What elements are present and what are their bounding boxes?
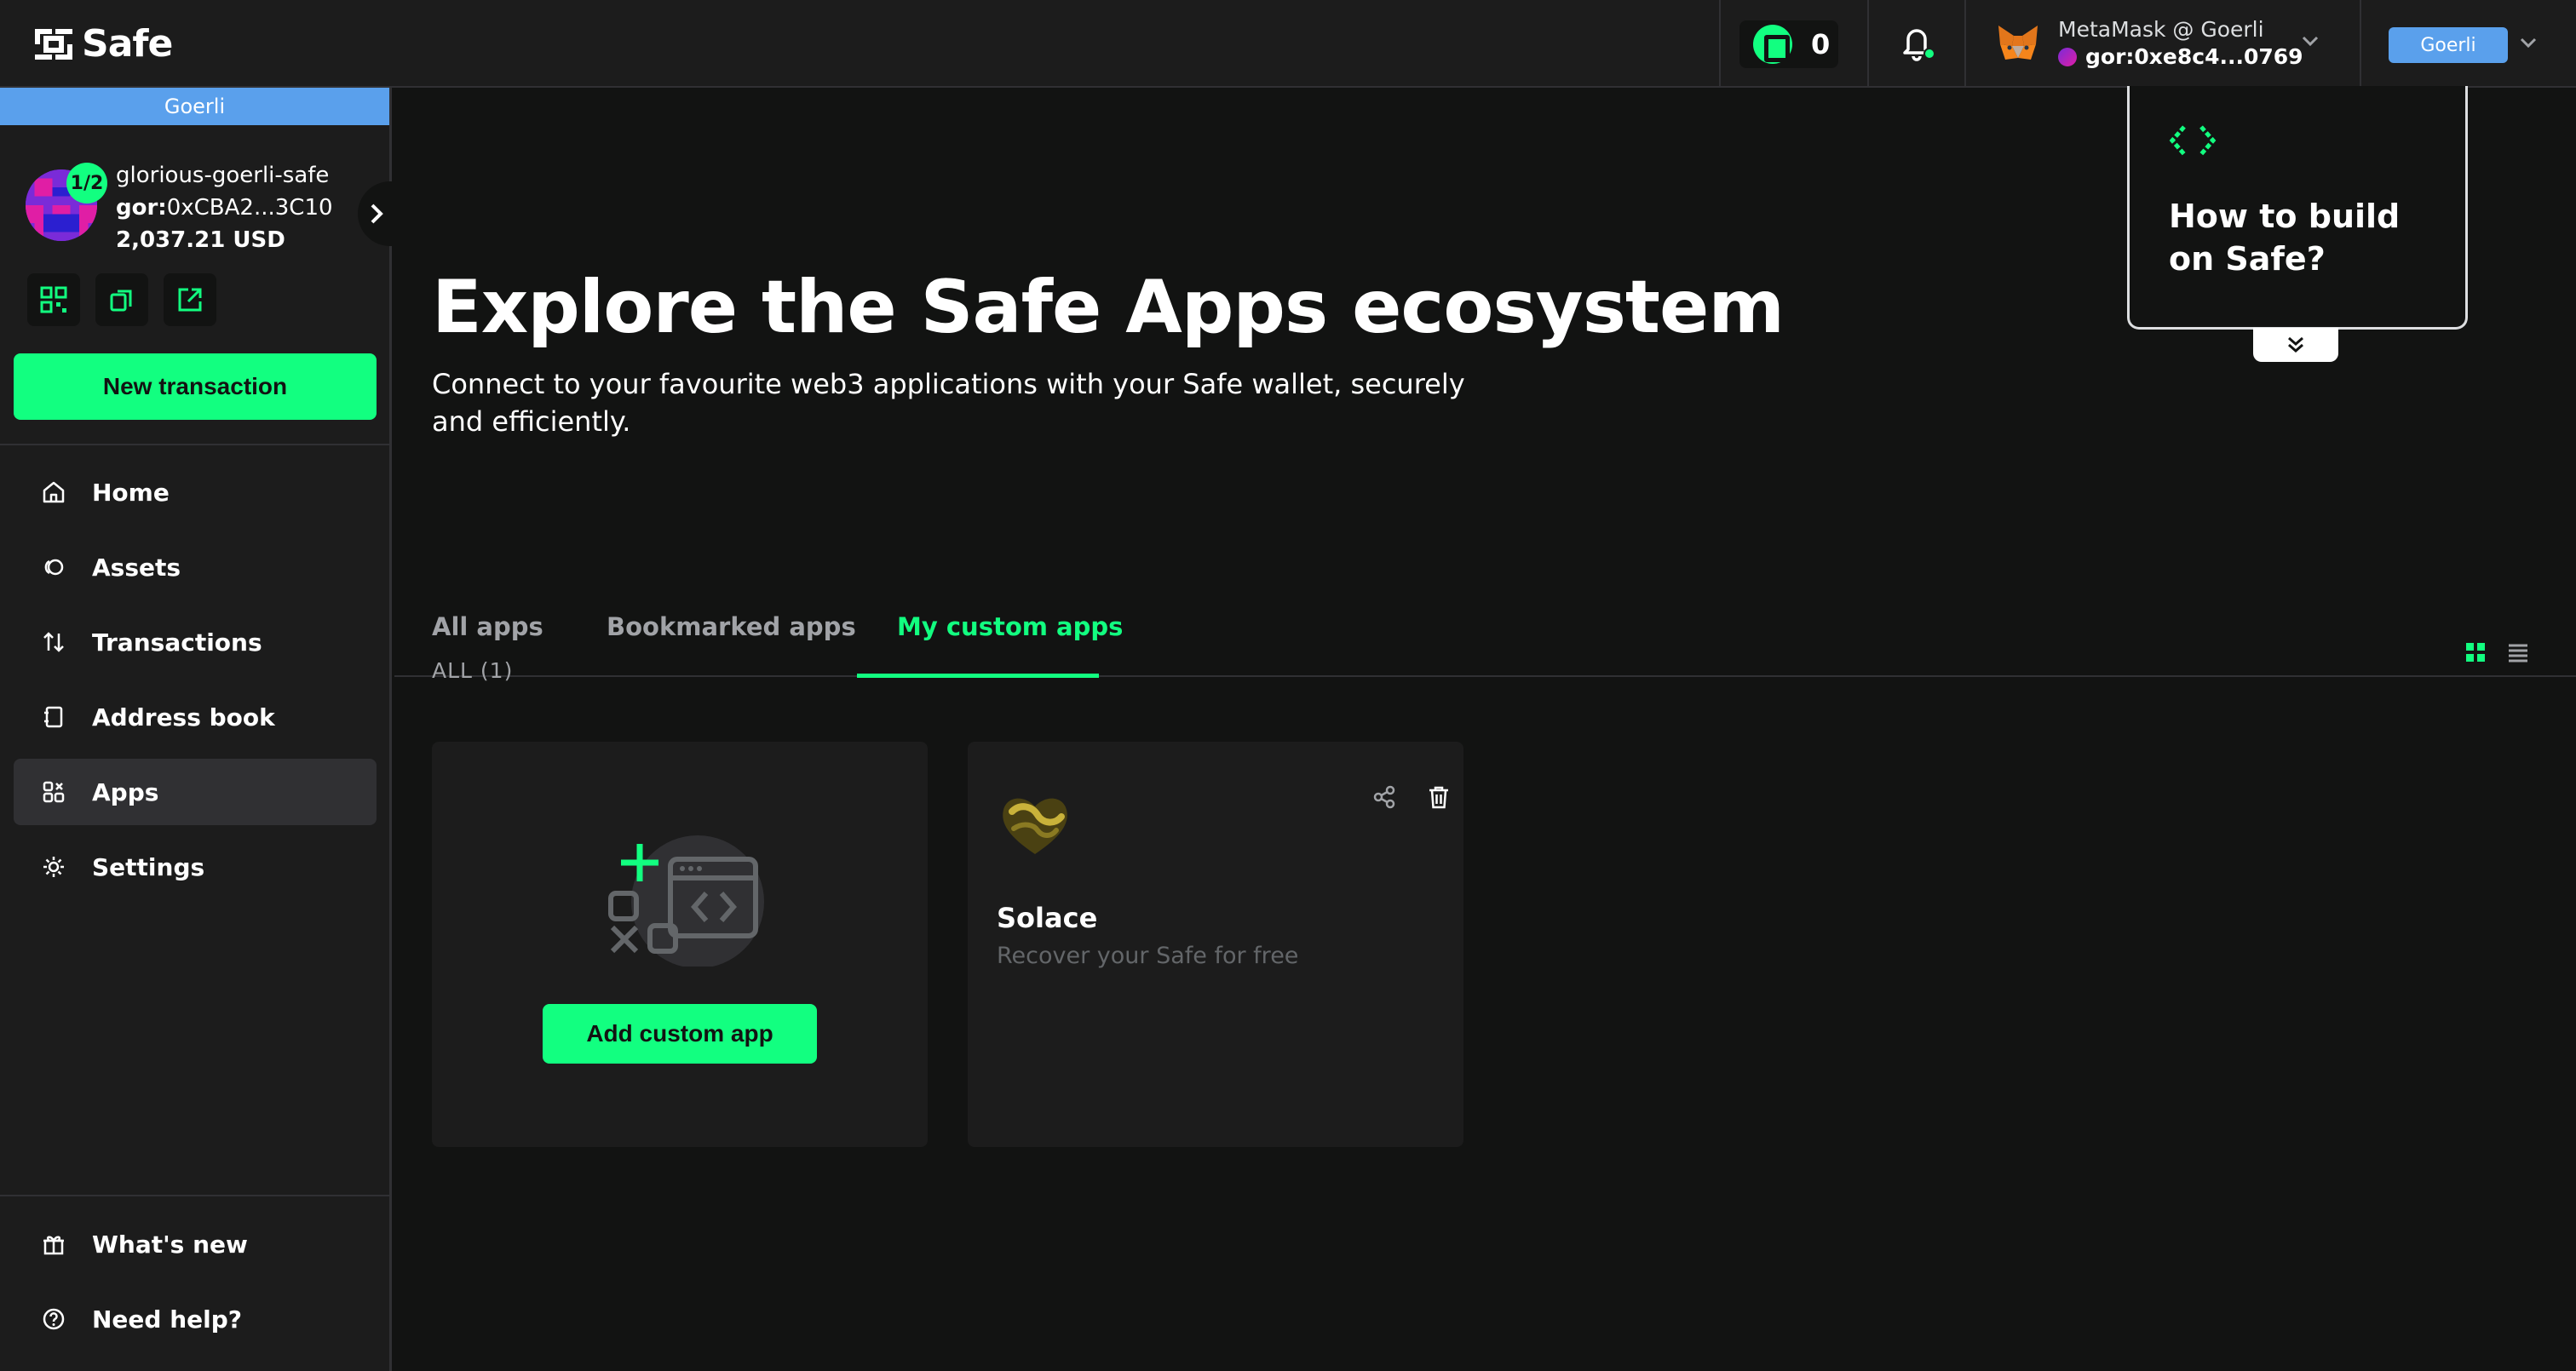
code-icon: [2169, 125, 2217, 156]
safe-balance: 2,037.21 USD: [116, 227, 285, 253]
sidebar: Goerli 1/2 glorious-goerli-safe gor:0xCB…: [0, 88, 395, 1371]
safe-token-icon: [1753, 25, 1792, 64]
wallet-identicon: [2058, 47, 2077, 66]
settings-icon: [43, 857, 64, 877]
qr-code-button[interactable]: [27, 273, 80, 326]
notification-dot: [1923, 48, 1935, 60]
brand-name: Safe: [82, 22, 173, 66]
app-card[interactable]: Solace Recover your Safe for free: [968, 742, 1463, 1147]
top-bar: Safe 0 MetaMask @ Goerli gor:0xe8c4...07…: [0, 0, 2576, 88]
threshold-badge: 1/2: [66, 163, 107, 204]
solace-logo: [1003, 798, 1067, 854]
copy-icon: [110, 290, 132, 312]
build-on-safe-banner[interactable]: How to build on Safe?: [2127, 86, 2468, 330]
network-strip: Goerli: [0, 88, 389, 125]
add-custom-app-card: Add custom app: [432, 742, 928, 1147]
double-chevron-down-icon: [2288, 336, 2303, 353]
safe-info: 1/2 glorious-goerli-safe gor:0xCBA2...3C…: [26, 163, 383, 253]
transactions-icon: [43, 632, 64, 652]
qr-code-icon: [40, 286, 67, 313]
new-transaction-button[interactable]: New transaction: [14, 353, 377, 420]
copy-address-button[interactable]: [95, 273, 148, 326]
divider: [1867, 0, 1869, 88]
app-name: Solace: [997, 902, 1098, 934]
divider: [0, 444, 389, 445]
nav-item-assets[interactable]: Assets: [14, 534, 377, 600]
nav-label: Apps: [92, 777, 159, 806]
safe-name: glorious-goerli-safe: [116, 163, 330, 188]
wallet-button[interactable]: MetaMask @ Goerli gor:0xe8c4...0769: [1995, 17, 2327, 72]
metamask-icon: [1998, 26, 2038, 60]
wallet-address-text: gor:0xe8c4...0769: [2085, 44, 2303, 69]
grid-view-icon[interactable]: [2464, 641, 2487, 663]
nav-label: Settings: [92, 852, 205, 881]
build-on-safe-title: How to build on Safe?: [2169, 198, 2401, 278]
divider: [1719, 0, 1721, 88]
nav-label: Assets: [92, 553, 181, 582]
nav-label: Address book: [92, 703, 275, 731]
chevron-right-icon: [371, 204, 383, 224]
nav-label: Transactions: [92, 628, 262, 657]
list-view-icon[interactable]: [2507, 641, 2529, 663]
divider: [1964, 0, 1966, 88]
home-icon: [43, 481, 65, 503]
apps-count-label: ALL (1): [432, 658, 514, 683]
app-description: Recover your Safe for free: [997, 943, 1299, 969]
open-explorer-button[interactable]: [164, 273, 216, 326]
token-count: 0: [1811, 28, 1831, 60]
custom-app-illustration: [608, 835, 764, 967]
tab-bookmarked-apps[interactable]: Bookmarked apps: [607, 612, 856, 641]
address-prefix: gor:: [116, 195, 167, 221]
safe-logo[interactable]: Safe: [34, 22, 173, 66]
collapse-banner-button[interactable]: [2253, 328, 2338, 362]
network-selector[interactable]: Goerli: [2389, 27, 2508, 63]
nav-item-transactions[interactable]: Transactions: [14, 609, 377, 675]
page-subtitle: Connect to your favourite web3 applicati…: [432, 368, 1465, 438]
nav-item-apps[interactable]: Apps: [14, 759, 377, 825]
notifications-button[interactable]: [1900, 24, 1935, 61]
nav-label: What's new: [92, 1230, 248, 1259]
nav-label: Home: [92, 478, 170, 507]
help-icon: [43, 1308, 65, 1330]
page-title: Explore the Safe Apps ecosystem: [432, 265, 1785, 350]
divider: [2360, 0, 2361, 88]
gift-icon: [43, 1236, 64, 1255]
nav-item-home[interactable]: Home: [14, 459, 377, 525]
safe-logo-icon: [35, 28, 72, 60]
active-tab-indicator: [857, 674, 1099, 678]
share-icon[interactable]: [1371, 784, 1397, 810]
token-counter[interactable]: 0: [1739, 20, 1838, 68]
nav-label: Need help?: [92, 1305, 243, 1334]
tab-all-apps[interactable]: All apps: [432, 612, 543, 641]
chevron-down-icon[interactable]: [2518, 32, 2539, 53]
nav-item-address-book[interactable]: Address book: [14, 684, 377, 750]
divider: [0, 1195, 389, 1196]
address-value: 0xCBA2...3C10: [166, 195, 333, 221]
apps-icon: [43, 781, 65, 803]
nav-item-need-help[interactable]: Need help?: [14, 1286, 377, 1352]
add-custom-app-button[interactable]: Add custom app: [543, 1004, 817, 1064]
apps-tabs: All apps Bookmarked apps My custom apps: [394, 565, 2576, 678]
external-link-icon: [178, 288, 202, 312]
nav-item-settings[interactable]: Settings: [14, 834, 377, 900]
main-content: Explore the Safe Apps ecosystem Connect …: [394, 86, 2576, 1371]
wallet-name: MetaMask @ Goerli: [2058, 17, 2264, 42]
nav-item-whats-new[interactable]: What's new: [14, 1211, 377, 1277]
safe-address: gor:0xCBA2...3C10: [116, 195, 333, 221]
wallet-address: gor:0xe8c4...0769: [2058, 44, 2303, 69]
assets-icon: [44, 559, 64, 576]
delete-icon[interactable]: [1426, 784, 1452, 810]
address-book-icon: [44, 706, 63, 728]
tab-my-custom-apps[interactable]: My custom apps: [897, 612, 1123, 641]
chevron-down-icon[interactable]: [2300, 31, 2320, 51]
